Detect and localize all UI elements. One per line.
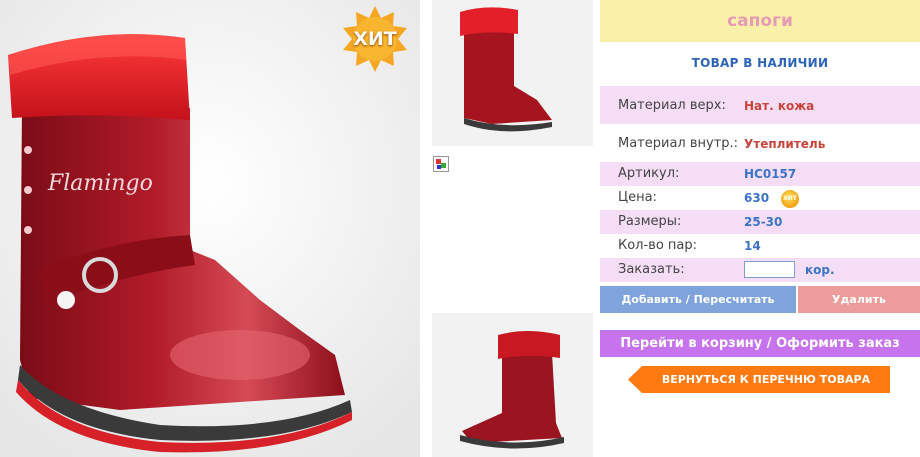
product-title: сапоги (600, 0, 920, 42)
spec-label: Артикул: (618, 166, 680, 181)
order-row: Заказать: кор. (600, 258, 920, 282)
hit-small-badge-icon: ХИТ (781, 190, 799, 208)
spec-row-sizes: Размеры: 25-30 (600, 210, 920, 234)
spec-value: 25-30 (744, 215, 783, 229)
spec-label: Цена: (618, 190, 657, 205)
boot-thumbnail (432, 0, 593, 146)
spec-row-pairs: Кол-во пар: 14 (600, 234, 920, 258)
boot-thumbnail-side (432, 313, 593, 457)
quantity-input[interactable] (744, 261, 795, 278)
hit-badge-label: ХИТ (353, 28, 397, 50)
spec-label: Размеры: (618, 214, 682, 229)
main-product-image[interactable]: Flamingo ХИТ (0, 0, 420, 457)
go-to-cart-button[interactable]: Перейти в корзину / Оформить заказ (600, 330, 920, 357)
spec-value: Утеплитель (744, 137, 826, 151)
delete-button[interactable]: Удалить (798, 286, 920, 313)
order-label: Заказать: (618, 262, 685, 277)
product-info-panel: сапоги ТОВАР В НАЛИЧИИ Материал верх: На… (600, 0, 920, 457)
spec-row-upper-material: Материал верх: Нат. кожа (600, 86, 920, 124)
spec-row-article: Артикул: НС0157 (600, 162, 920, 186)
spec-value: 14 (744, 239, 761, 253)
spec-row-price: Цена: 630 ХИТ (600, 186, 920, 210)
back-button-label: ВЕРНУТЬСЯ К ПЕРЕЧНЮ ТОВАРА (661, 373, 871, 386)
back-to-list-button[interactable]: ВЕРНУТЬСЯ К ПЕРЕЧНЮ ТОВАРА (628, 366, 890, 393)
spec-value: НС0157 (744, 167, 797, 181)
thumbnail-2[interactable] (432, 313, 593, 457)
hit-badge: ХИТ (340, 4, 410, 74)
spec-row-inner-material: Материал внутр.: Утеплитель (600, 124, 920, 162)
price-value: 630 (744, 191, 770, 205)
add-recalculate-button[interactable]: Добавить / Пересчитать (600, 286, 796, 313)
hit-small-label: ХИТ (783, 195, 797, 202)
spec-value: Нат. кожа (744, 99, 815, 113)
availability-status: ТОВАР В НАЛИЧИИ (691, 56, 829, 70)
quantity-unit: кор. (805, 263, 835, 277)
spec-label: Кол-во пар: (618, 238, 698, 253)
thumbnail-1[interactable] (432, 0, 593, 146)
brand-text: Flamingo (47, 171, 153, 196)
spec-label: Материал внутр.: (618, 136, 739, 151)
broken-image-icon (433, 156, 449, 172)
spec-label: Материал верх: (618, 98, 726, 113)
